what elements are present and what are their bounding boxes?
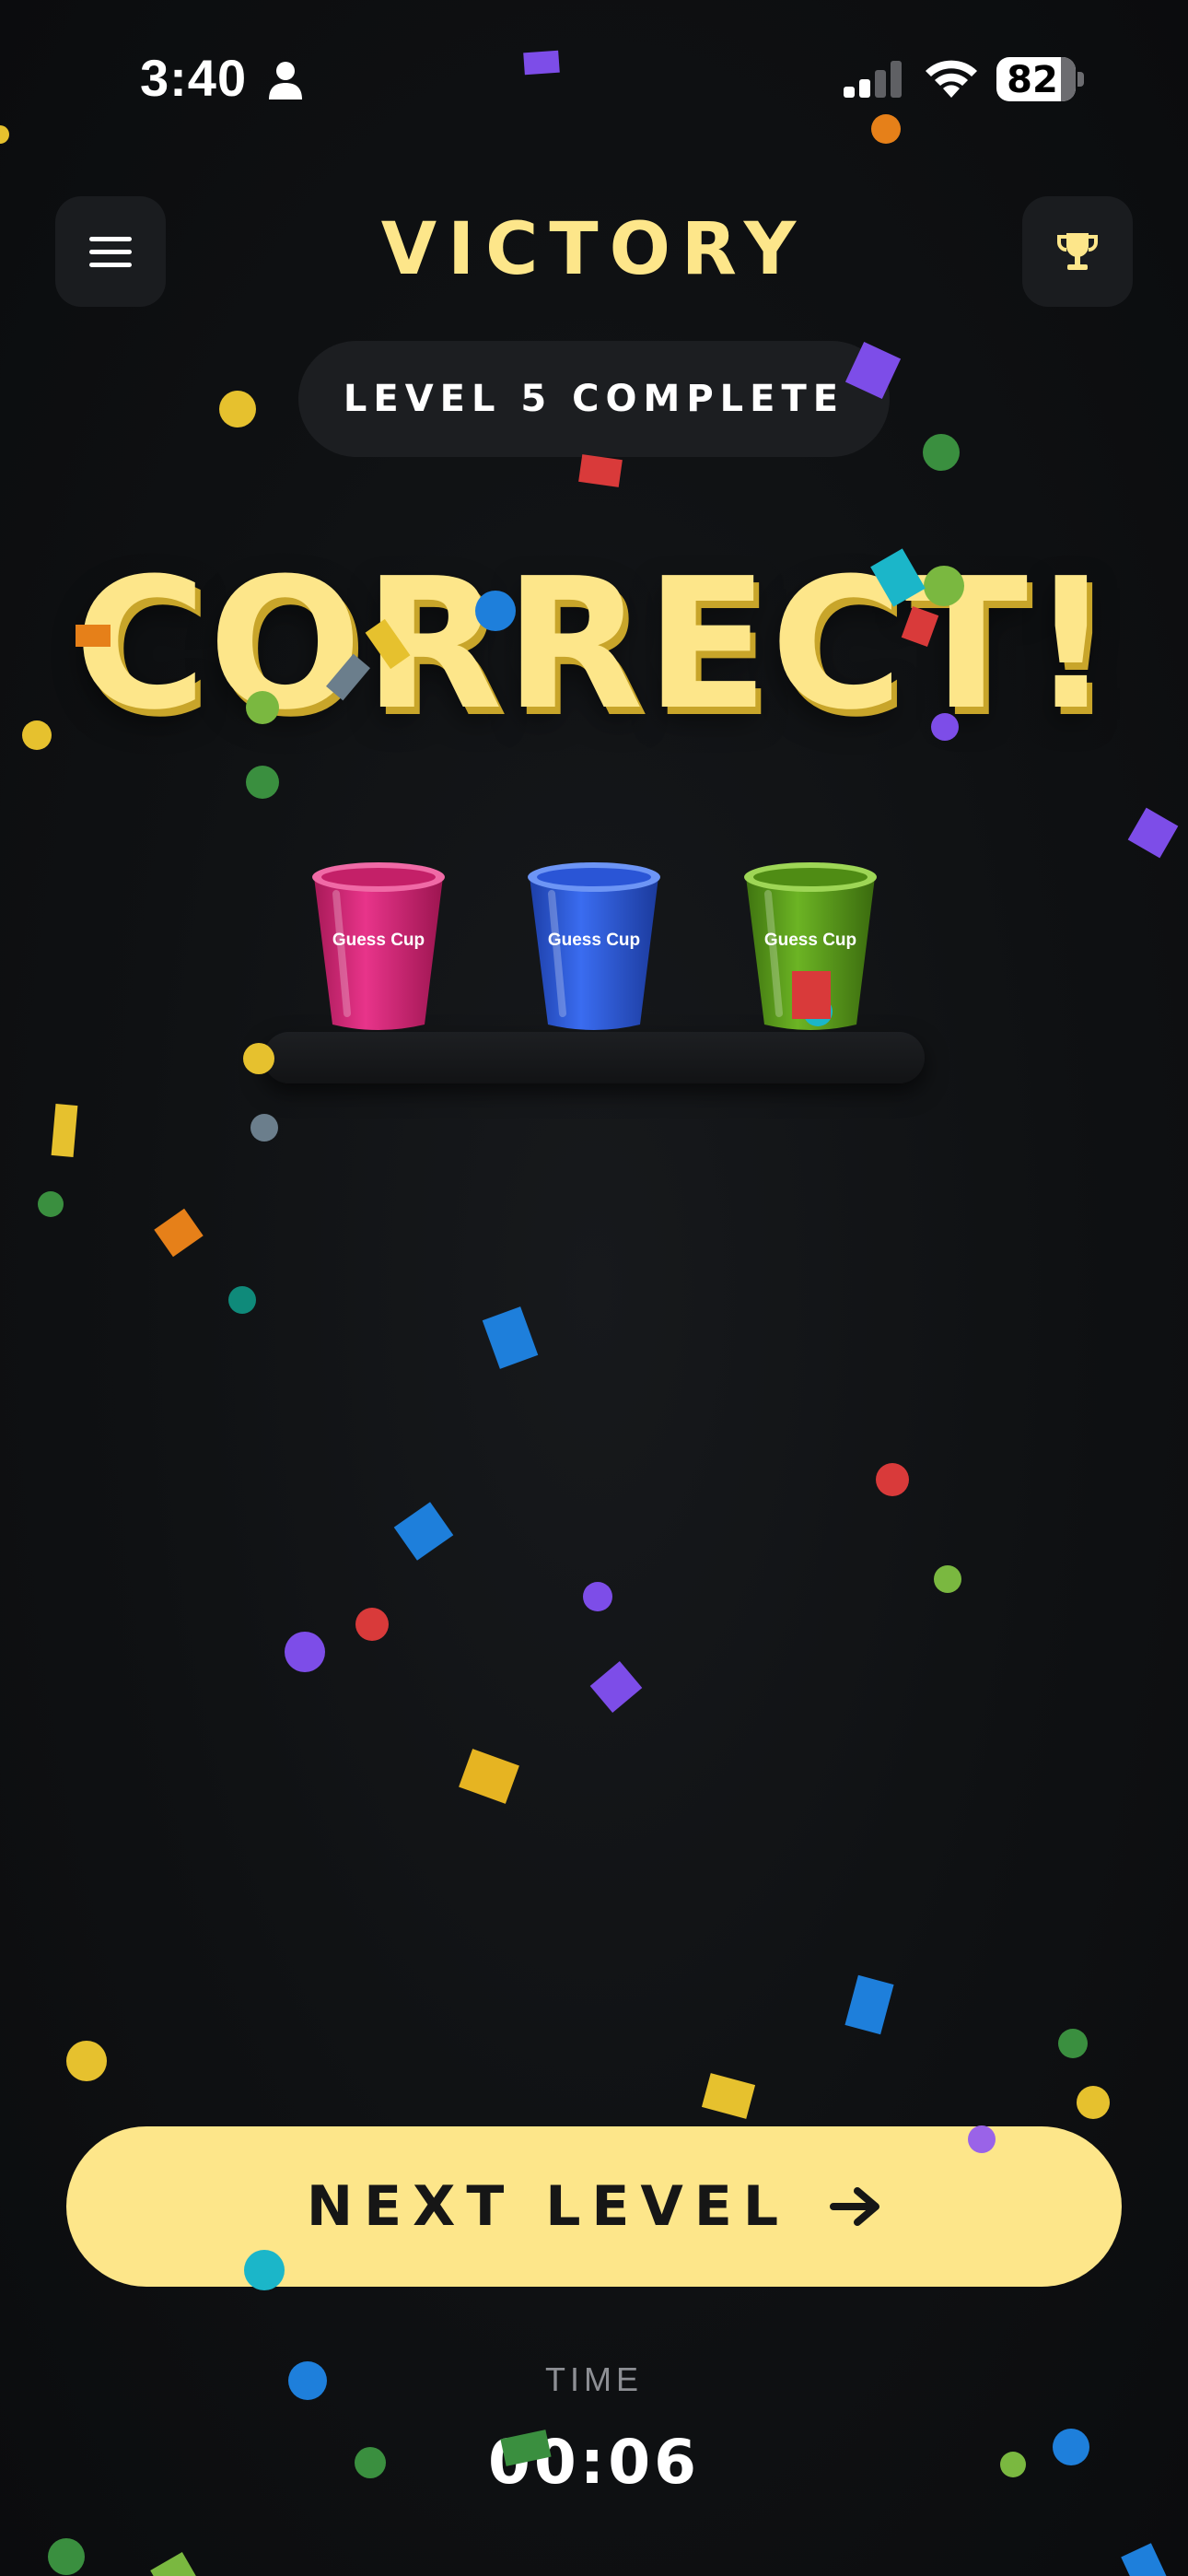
battery-icon: 82 xyxy=(996,57,1085,101)
guess-cup-pink[interactable]: Guess Cup xyxy=(305,857,452,1032)
hamburger-icon xyxy=(89,228,132,275)
trophy-icon xyxy=(1057,233,1098,270)
cup-blue-label: Guess Cup xyxy=(547,931,641,950)
page-title: VICTORY xyxy=(380,208,808,291)
battery-level: 82 xyxy=(1007,59,1058,101)
timer-value: 00:06 xyxy=(487,2427,701,2498)
cup-shelf xyxy=(263,1032,925,1083)
signal-icon xyxy=(844,61,902,98)
wifi-icon xyxy=(926,60,977,98)
arrow-right-icon xyxy=(830,2187,880,2226)
next-level-label: NEXT LEVEL xyxy=(306,2174,790,2239)
guess-cup-blue[interactable]: Guess Cup xyxy=(520,857,668,1032)
menu-button[interactable] xyxy=(55,196,166,307)
level-complete-badge: LEVEL 5 COMPLETE xyxy=(298,341,890,457)
trophy-button[interactable] xyxy=(1022,196,1133,307)
timer-label: TIME xyxy=(545,2360,643,2398)
status-time: 3:40 xyxy=(140,49,248,107)
cup-pink-label: Guess Cup xyxy=(332,931,425,950)
guess-cup-green[interactable]: Guess Cup xyxy=(737,857,884,1032)
result-heading: CORRECT! xyxy=(74,540,1114,750)
cup-green-label: Guess Cup xyxy=(763,931,857,950)
next-level-button[interactable]: NEXT LEVEL xyxy=(66,2126,1122,2287)
person-icon xyxy=(269,62,302,100)
